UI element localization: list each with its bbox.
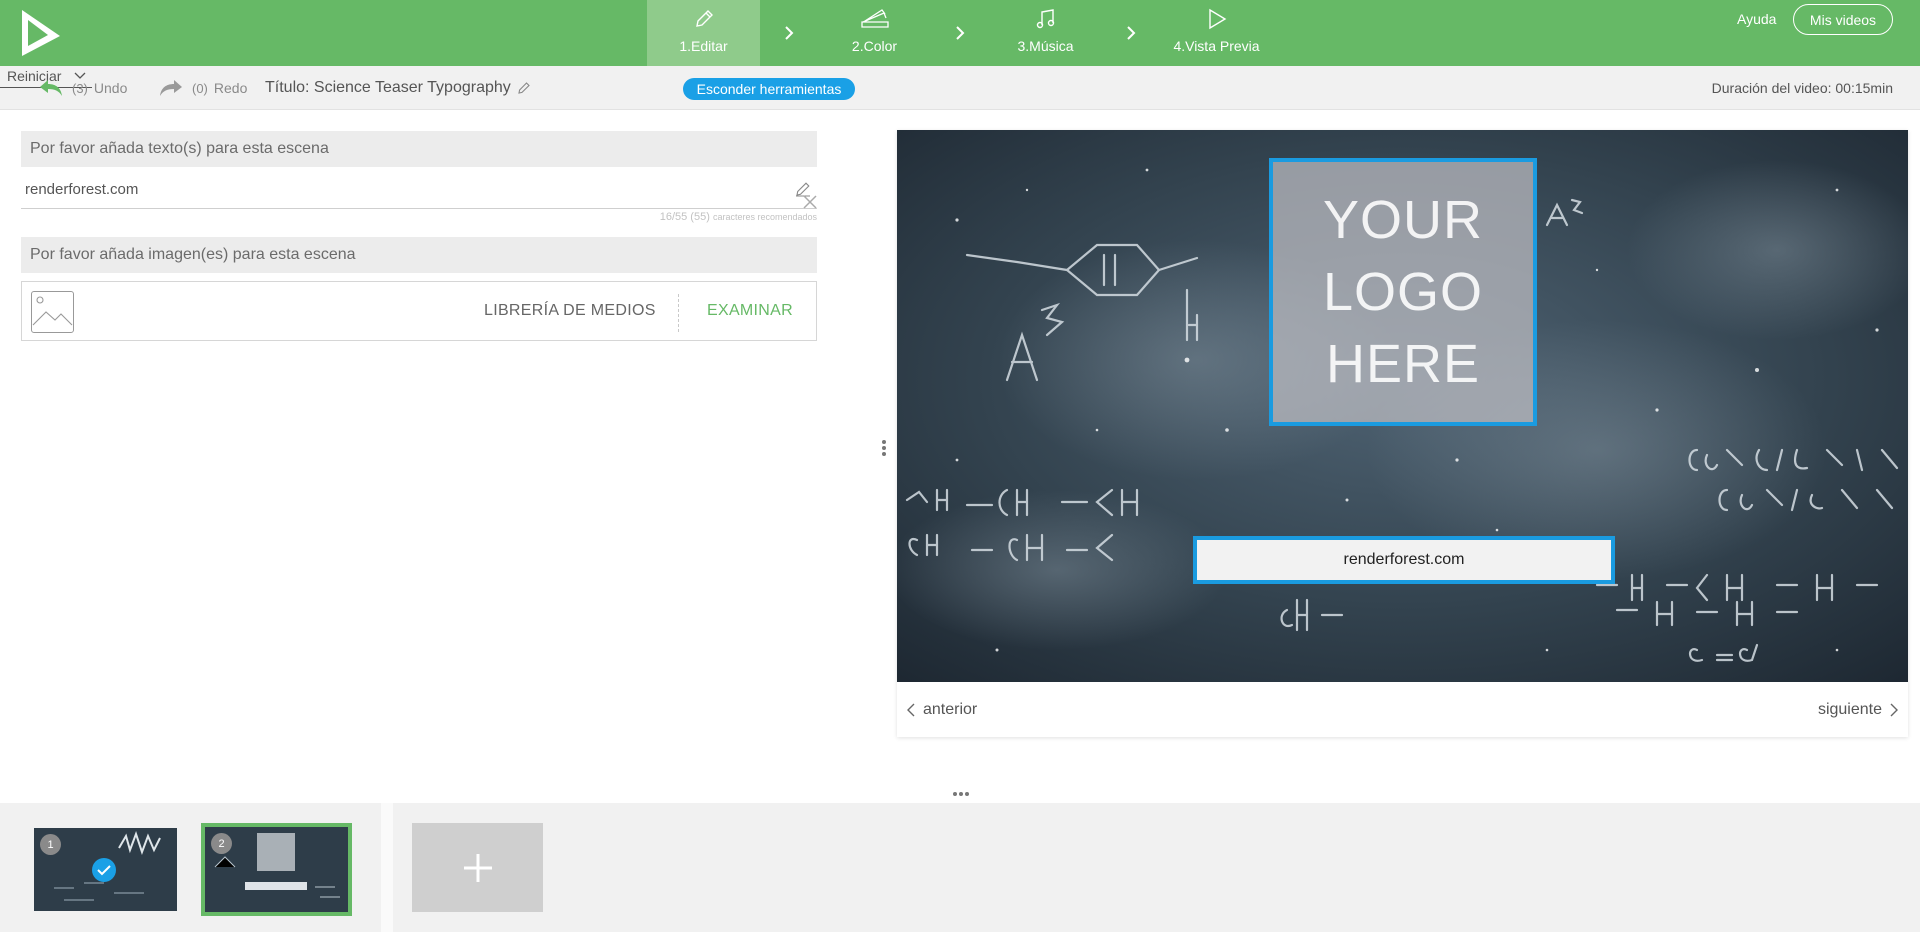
next-label: siguiente — [1817, 700, 1882, 718]
previous-label: anterior — [923, 700, 978, 718]
chevron-right-icon — [931, 0, 989, 66]
chevron-right-icon — [760, 0, 818, 66]
redo-button[interactable]: (0) Redo — [158, 66, 247, 110]
scene-thumbnail[interactable]: 1 — [34, 828, 177, 911]
scene-timeline: 1 2 — [0, 803, 1920, 932]
video-title[interactable]: Título: Science Teaser Typography — [265, 66, 531, 110]
plus-icon — [463, 853, 492, 882]
vertical-resize-handle[interactable] — [882, 440, 886, 458]
logo-text-line: LOGO — [1322, 262, 1484, 322]
horizontal-resize-handle[interactable] — [953, 792, 969, 796]
redo-count: (0) — [192, 80, 208, 96]
next-scene-button[interactable]: siguiente — [1818, 682, 1898, 737]
chevron-left-icon — [907, 703, 915, 716]
image-upload-box: LIBRERÍA DE MEDIOS EXAMINAR — [21, 281, 817, 341]
step-color[interactable]: 2.Color — [818, 0, 931, 66]
pencil-icon[interactable] — [517, 81, 531, 95]
char-count-hint: caracteres recomendados — [712, 212, 817, 222]
pencil-icon — [693, 5, 715, 33]
scene-preview: YOUR LOGO HERE renderforest.com anterior… — [897, 130, 1908, 737]
scene-editor-panel: Por favor añada texto(s) para esta escen… — [21, 131, 817, 341]
previous-scene-button[interactable]: anterior — [907, 682, 977, 737]
logo-placeholder[interactable]: YOUR LOGO HERE — [1269, 158, 1537, 426]
step-navigation: 1.Editar 2.Color 3.Música 4.Vista Previa — [647, 0, 1273, 66]
divider — [381, 803, 393, 932]
video-duration: Duración del video: 00:15min — [1711, 80, 1893, 96]
checkmark-icon — [92, 858, 116, 882]
char-counter: 16/55 (55) caracteres recomendados — [660, 211, 817, 223]
editor-toolbar: (3) Undo (0) Redo Título: Science Teaser… — [0, 66, 1920, 110]
undo-icon — [40, 80, 62, 96]
image-placeholder-icon — [31, 291, 74, 333]
preview-text-field[interactable]: renderforest.com — [1193, 536, 1615, 584]
close-icon[interactable] — [802, 194, 818, 210]
divider — [678, 294, 679, 332]
texts-section-header: Por favor añada texto(s) para esta escen… — [21, 131, 817, 167]
step-preview-label: 4.Vista Previa — [1173, 38, 1260, 54]
add-scene-button[interactable] — [412, 823, 543, 912]
hide-tools-button[interactable]: Esconder herramientas — [683, 78, 855, 100]
scene-number-badge: 1 — [40, 834, 61, 855]
scene-thumbnail-selected[interactable]: 2 — [201, 823, 352, 916]
play-icon — [1206, 5, 1228, 33]
scene-number-badge: 2 — [211, 833, 232, 854]
images-section-header: Por favor añada imagen(es) para esta esc… — [21, 237, 817, 273]
color-swatch-icon — [860, 5, 890, 33]
music-note-icon — [1035, 5, 1057, 33]
help-link[interactable]: Ayuda — [1737, 11, 1776, 27]
logo-text-line: HERE — [1325, 334, 1481, 394]
undo-count: (3) — [72, 80, 88, 96]
redo-icon — [160, 80, 182, 96]
char-count-value: 16/55 (55) — [659, 211, 710, 223]
my-videos-button[interactable]: Mis videos — [1793, 4, 1893, 35]
undo-button[interactable]: (3) Undo — [38, 66, 127, 110]
text-field-row[interactable]: renderforest.com 16/55 (55) caracteres r… — [21, 167, 817, 223]
video-title-text: Título: Science Teaser Typography — [265, 79, 511, 96]
logo-text-line: YOUR — [1322, 190, 1483, 250]
chevron-right-icon — [1890, 703, 1898, 716]
step-preview[interactable]: 4.Vista Previa — [1160, 0, 1273, 66]
redo-label: Redo — [213, 80, 248, 96]
undo-label: Undo — [93, 80, 128, 96]
step-music-label: 3.Música — [1017, 38, 1074, 54]
step-edit-label: 1.Editar — [679, 38, 728, 54]
top-navigation-bar: 1.Editar 2.Color 3.Música 4.Vista Previa… — [0, 0, 1920, 66]
step-music[interactable]: 3.Música — [989, 0, 1102, 66]
step-edit[interactable]: 1.Editar — [647, 0, 760, 66]
chevron-right-icon — [1102, 0, 1160, 66]
media-library-button[interactable]: LIBRERÍA DE MEDIOS — [484, 282, 656, 340]
scene-text-input[interactable]: renderforest.com — [25, 181, 138, 198]
browse-button[interactable]: EXAMINAR — [707, 282, 793, 340]
renderforest-logo[interactable] — [18, 8, 64, 58]
step-color-label: 2.Color — [851, 38, 898, 54]
